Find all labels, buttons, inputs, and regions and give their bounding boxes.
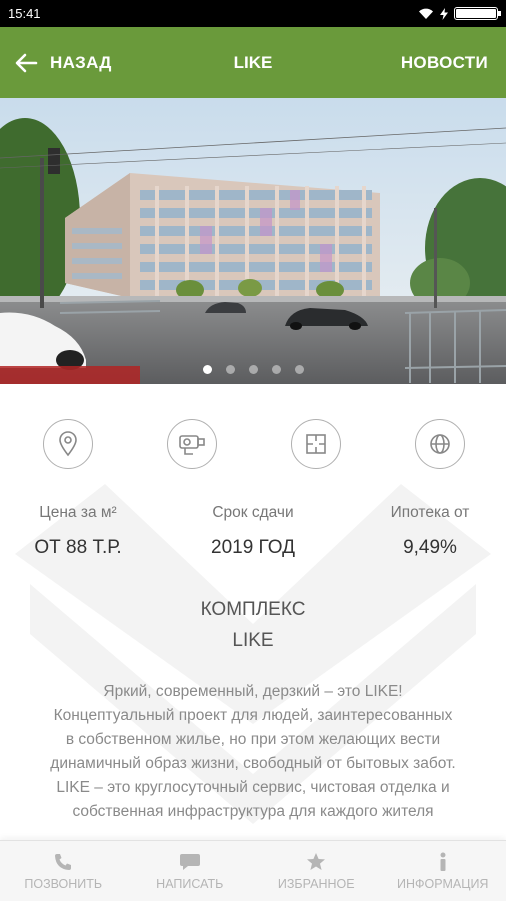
- app-bar: НАЗАД LIKE НОВОСТИ: [0, 27, 506, 98]
- carousel-dot[interactable]: [203, 365, 212, 374]
- info-icon: [437, 852, 449, 872]
- carousel-dot[interactable]: [295, 365, 304, 374]
- complex-heading-line2: LIKE: [0, 625, 506, 656]
- floor-plan-icon[interactable]: [291, 419, 341, 469]
- back-button[interactable]: НАЗАД: [14, 52, 112, 74]
- location-pin-icon[interactable]: [43, 419, 93, 469]
- status-icons: [418, 7, 498, 20]
- nav-call[interactable]: ПОЗВОНИТЬ: [0, 841, 127, 901]
- bottom-nav: ПОЗВОНИТЬ НАПИСАТЬ ИЗБРАННОЕ ИНФОРМАЦИЯ: [0, 840, 506, 901]
- complex-heading-line1: КОМПЛЕКС: [0, 594, 506, 625]
- complex-heading: КОМПЛЕКС LIKE: [0, 594, 506, 656]
- globe-icon[interactable]: [415, 419, 465, 469]
- building-photo: [0, 98, 506, 384]
- mortgage-value: 9,49%: [360, 537, 500, 559]
- chat-icon: [179, 852, 201, 872]
- status-time: 15:41: [8, 6, 41, 21]
- hero-carousel[interactable]: [0, 98, 506, 384]
- arrow-left-icon: [14, 52, 38, 74]
- nav-info-label: ИНФОРМАЦИЯ: [397, 877, 488, 891]
- price-label: Цена за м²: [8, 504, 148, 522]
- status-bar: 15:41: [0, 0, 506, 27]
- price-value: ОТ 88 Т.Р.: [8, 537, 148, 559]
- complex-description: Яркий, современный, дерзкий – это LIKE! …: [50, 680, 456, 824]
- crane-icon[interactable]: [167, 419, 217, 469]
- carousel-dot[interactable]: [272, 365, 281, 374]
- star-icon: [306, 852, 326, 872]
- charging-icon: [440, 8, 448, 20]
- nav-favorites-label: ИЗБРАННОЕ: [278, 877, 355, 891]
- mortgage-label: Ипотека от: [360, 504, 500, 522]
- wifi-icon: [418, 8, 434, 20]
- carousel-indicator: [0, 365, 506, 374]
- battery-icon: [454, 7, 498, 20]
- carousel-dot[interactable]: [226, 365, 235, 374]
- nav-write[interactable]: НАПИСАТЬ: [127, 841, 254, 901]
- back-label: НАЗАД: [50, 53, 112, 73]
- content-area: Цена за м² Срок сдачи Ипотека от ОТ 88 Т…: [0, 384, 506, 840]
- carousel-dot[interactable]: [249, 365, 258, 374]
- phone-icon: [53, 852, 73, 872]
- news-button[interactable]: НОВОСТИ: [401, 53, 488, 73]
- nav-write-label: НАПИСАТЬ: [156, 877, 223, 891]
- nav-info[interactable]: ИНФОРМАЦИЯ: [380, 841, 506, 901]
- nav-call-label: ПОЗВОНИТЬ: [24, 877, 102, 891]
- delivery-label: Срок сдачи: [183, 504, 323, 522]
- delivery-value: 2019 ГОД: [183, 537, 323, 559]
- nav-favorites[interactable]: ИЗБРАННОЕ: [253, 841, 380, 901]
